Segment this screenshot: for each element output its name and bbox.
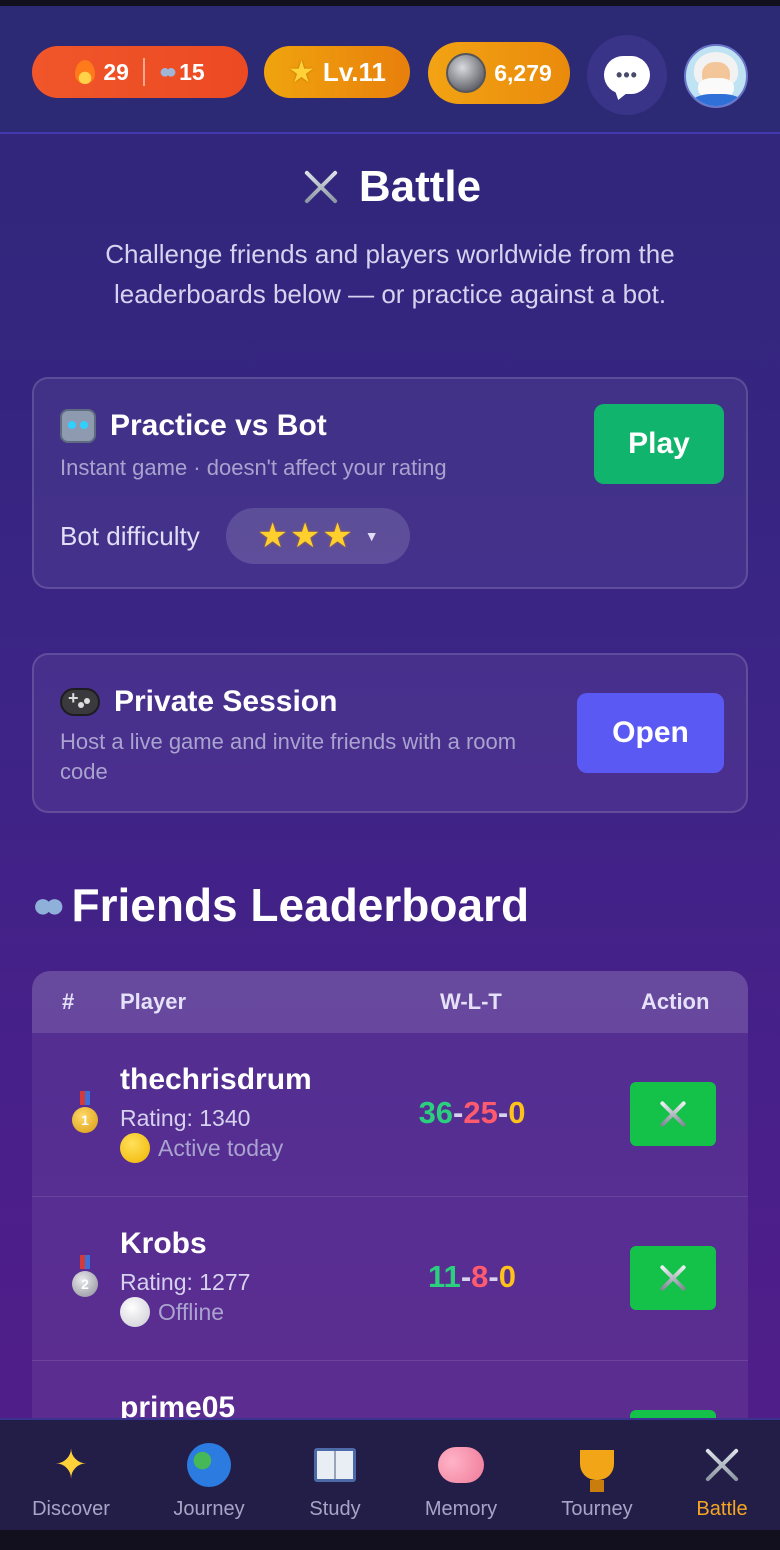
leaderboard-title: ●● Friends Leaderboard <box>32 878 529 932</box>
gamepad-icon <box>60 688 100 716</box>
player-status-text: Offline <box>158 1298 225 1325</box>
coins-pill[interactable]: 6,279 <box>428 42 570 104</box>
leaderboard-title-text: Friends Leaderboard <box>71 879 530 931</box>
player-record: 36-25-0 <box>418 1095 526 1130</box>
private-session-card: Private Session Host a live game and inv… <box>32 653 748 813</box>
bot-card-title-text: Practice vs Bot <box>110 409 327 442</box>
level-pill[interactable]: ★ Lv.11 <box>264 46 410 98</box>
practice-bot-card: Practice vs Bot Instant game · doesn't a… <box>32 377 748 589</box>
chevron-down-icon: ▼ <box>364 528 379 544</box>
open-button[interactable]: Open <box>577 693 724 773</box>
nav-battle[interactable]: Battle <box>657 1420 780 1530</box>
nav-label: Memory <box>424 1498 498 1520</box>
avatar-body <box>692 94 742 106</box>
coins-value: 6,279 <box>494 59 552 86</box>
nav-label: Journey <box>173 1498 245 1520</box>
streak-count: 29 <box>103 58 129 85</box>
star-icon: ★ <box>287 55 315 89</box>
wins: 11 <box>428 1259 461 1294</box>
streak-friends-pill[interactable]: 29 ●● 15 <box>32 46 248 98</box>
private-card-description: Host a live game and invite friends with… <box>60 729 517 784</box>
challenge-button[interactable] <box>630 1082 716 1146</box>
nav-study[interactable]: Study <box>270 1420 400 1530</box>
crossed-swords-icon <box>699 1442 745 1488</box>
player-status: Active today <box>120 1133 283 1163</box>
friends-count: 15 <box>179 58 205 85</box>
chat-button[interactable]: ••• <box>587 35 667 115</box>
nav-label: Battle <box>696 1498 748 1520</box>
player-record: 11-8-0 <box>428 1259 516 1294</box>
player-rating: Rating: 1277 <box>120 1269 251 1295</box>
col-player: Player <box>120 989 187 1014</box>
wins: 36 <box>418 1095 454 1130</box>
player-status-text: Active today <box>158 1134 284 1161</box>
fire-icon <box>75 60 96 84</box>
losses: 25 <box>463 1095 498 1130</box>
friends-leaderboard-table: # Player W-L-T Action 1 thechrisdrum Rat… <box>32 971 748 1491</box>
player-name[interactable]: Krobs <box>120 1227 207 1261</box>
silver-medal-icon: 2 <box>72 1255 98 1297</box>
challenge-button[interactable] <box>630 1246 716 1310</box>
col-rank: # <box>62 989 75 1014</box>
people-icon: ●● <box>158 60 177 83</box>
player-name[interactable]: thechrisdrum <box>120 1063 312 1097</box>
crossed-swords-icon <box>656 1097 690 1131</box>
nav-discover[interactable]: ✦ Discover <box>6 1420 136 1530</box>
nav-label: Tourney <box>561 1498 633 1520</box>
player-rating: Rating: 1340 <box>120 1105 251 1131</box>
people-icon: ●● <box>32 884 65 925</box>
table-row[interactable]: 2 Krobs Rating: 1277 Offline 11-8-0 <box>32 1197 748 1361</box>
brain-icon <box>438 1442 484 1488</box>
player-status: Offline <box>120 1297 224 1327</box>
col-action: Action <box>641 989 710 1014</box>
losses: 8 <box>471 1259 489 1294</box>
nav-journey[interactable]: Journey <box>144 1420 274 1530</box>
robot-icon <box>60 409 96 443</box>
trophy-icon <box>574 1442 620 1492</box>
profile-avatar[interactable] <box>684 44 748 108</box>
play-button[interactable]: Play <box>594 404 724 484</box>
bot-card-description: Instant game · doesn't affect your ratin… <box>60 455 447 480</box>
book-icon <box>312 1442 358 1488</box>
difficulty-stars: ★★★ <box>257 517 355 555</box>
nav-label: Study <box>309 1498 361 1520</box>
level-value: Lv.11 <box>322 56 387 87</box>
table-row[interactable]: 1 thechrisdrum Rating: 1340 Active today… <box>32 1033 748 1197</box>
nav-tourney[interactable]: Tourney <box>532 1420 662 1530</box>
private-card-title: Private Session <box>60 685 337 719</box>
coin-icon <box>446 53 487 93</box>
pill-divider <box>142 58 145 86</box>
col-wlt: W-L-T <box>440 989 502 1014</box>
status-offline-icon <box>120 1297 150 1327</box>
bot-card-title: Practice vs Bot <box>60 409 327 443</box>
crossed-swords-icon <box>656 1261 690 1295</box>
globe-icon <box>186 1442 232 1488</box>
battle-screen: 29 ●● 15 ★ Lv.11 6,279 ••• Battle Challe… <box>0 6 780 1530</box>
page-title: Battle <box>0 162 780 212</box>
status-active-icon <box>120 1133 150 1163</box>
page-subtitle: Challenge friends and players worldwide … <box>105 239 675 309</box>
nav-memory[interactable]: Memory <box>396 1420 526 1530</box>
ties: 0 <box>508 1095 526 1130</box>
gold-medal-icon: 1 <box>72 1091 98 1133</box>
nav-label: Discover <box>32 1498 110 1520</box>
sparkles-icon: ✦ <box>54 1443 88 1487</box>
bot-difficulty-label: Bot difficulty <box>60 521 200 551</box>
chat-bubble-icon: ••• <box>604 56 650 94</box>
table-header: # Player W-L-T Action <box>32 971 748 1033</box>
crossed-swords-icon <box>299 165 343 209</box>
private-card-title-text: Private Session <box>114 685 338 718</box>
page-title-text: Battle <box>358 162 482 211</box>
ties: 0 <box>498 1259 516 1294</box>
top-bar: 29 ●● 15 ★ Lv.11 6,279 ••• <box>0 6 780 134</box>
bot-difficulty-select[interactable]: ★★★ ▼ <box>226 508 410 564</box>
bottom-navigation: ✦ Discover Journey Study Memory Tourney … <box>0 1418 780 1530</box>
